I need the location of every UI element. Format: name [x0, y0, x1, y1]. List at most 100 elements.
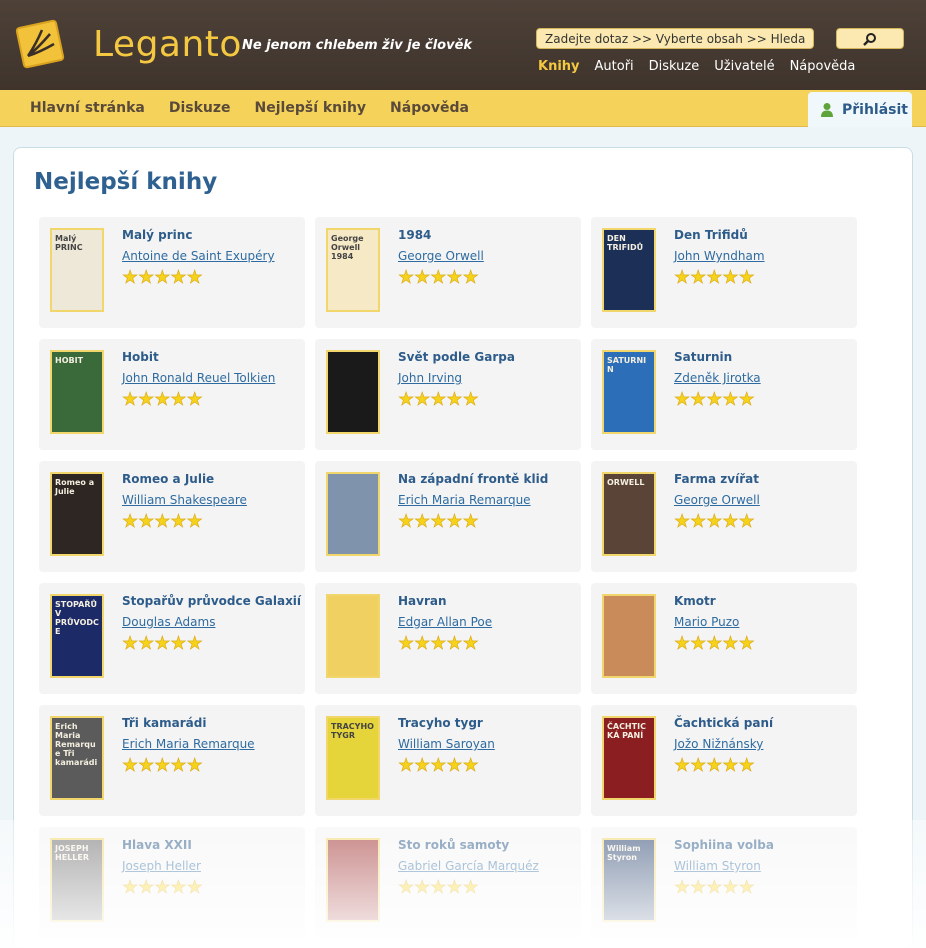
- book-author-link[interactable]: George Orwell: [398, 249, 484, 263]
- book-card[interactable]: Romeo a Julie Romeo a Julie William Shakes…: [39, 461, 305, 572]
- book-cover-image[interactable]: DEN TRIFIDŮ: [602, 228, 656, 312]
- logo-icon[interactable]: [14, 18, 66, 70]
- book-cover-image[interactable]: ČACHTICKÁ PANÍ: [602, 716, 656, 800]
- book-title[interactable]: Svět podle Garpa: [398, 350, 515, 364]
- book-title[interactable]: Hlava XXII: [122, 838, 192, 852]
- book-author-link[interactable]: John Ronald Reuel Tolkien: [122, 371, 275, 385]
- book-cover-image[interactable]: JOSEPH HELLER: [50, 838, 104, 922]
- book-author-link[interactable]: Erich Maria Remarque: [122, 737, 255, 751]
- book-cover-image[interactable]: HOBIT: [50, 350, 104, 434]
- book-card[interactable]: ORWELL Farma zvířat George Orwell ★ ★ ★ ★ ★: [591, 461, 857, 572]
- book-cover-image[interactable]: [326, 594, 380, 678]
- book-author-link[interactable]: Mario Puzo: [674, 615, 739, 629]
- book-title[interactable]: Havran: [398, 594, 447, 608]
- book-author-link[interactable]: William Shakespeare: [122, 493, 247, 507]
- book-cover-image[interactable]: TRACYHO TYGR: [326, 716, 380, 800]
- book-card[interactable]: Erich Maria Remarque Tři kamarádi Tři kam…: [39, 705, 305, 816]
- top-nav-knihy[interactable]: Knihy: [538, 59, 580, 74]
- book-title[interactable]: 1984: [398, 228, 431, 242]
- book-cover-image[interactable]: [326, 350, 380, 434]
- book-author-link[interactable]: Edgar Allan Poe: [398, 615, 492, 629]
- star-icon: ★: [738, 877, 755, 898]
- book-author-link[interactable]: Gabriel García Marquéz: [398, 859, 539, 873]
- book-cover-text: [604, 596, 654, 604]
- book-card[interactable]: Svět podle Garpa John Irving ★ ★ ★ ★ ★: [315, 339, 581, 450]
- book-title[interactable]: Čachtická paní: [674, 716, 773, 730]
- star-icon: ★: [690, 877, 707, 898]
- book-author-link[interactable]: Douglas Adams: [122, 615, 215, 629]
- sub-nav-diskuze[interactable]: Diskuze: [169, 100, 231, 116]
- book-cover-image[interactable]: [326, 472, 380, 556]
- search-input[interactable]: [536, 28, 814, 49]
- sub-nav-nejlepsi-knihy[interactable]: Nejlepší knihy: [255, 100, 367, 116]
- book-cover-image[interactable]: [326, 838, 380, 922]
- book-title[interactable]: Romeo a Julie: [122, 472, 214, 486]
- book-title[interactable]: Sophiina volba: [674, 838, 774, 852]
- site-header: Leganto Ne jenom chlebem živ je člověk K…: [0, 0, 926, 90]
- book-card[interactable]: STOPAŘŮV PRŮVODCE Stopařův průvodce Galax…: [39, 583, 305, 694]
- book-card[interactable]: SATURNIN Saturnin Zdeněk Jirotka ★ ★ ★ ★ ★: [591, 339, 857, 450]
- sub-nav-hlavni-stranka[interactable]: Hlavní stránka: [30, 100, 145, 116]
- book-title[interactable]: Na západní frontě klid: [398, 472, 548, 486]
- book-author-link[interactable]: John Wyndham: [674, 249, 765, 263]
- star-icon: ★: [430, 633, 447, 654]
- top-nav-diskuze[interactable]: Diskuze: [649, 59, 700, 74]
- book-title[interactable]: Hobit: [122, 350, 159, 364]
- book-cover-image[interactable]: William Styron: [602, 838, 656, 922]
- book-title[interactable]: Tracyho tygr: [398, 716, 483, 730]
- book-title[interactable]: Stopařův průvodce Galaxií: [122, 594, 301, 608]
- book-title[interactable]: Saturnin: [674, 350, 732, 364]
- book-author-link[interactable]: William Saroyan: [398, 737, 495, 751]
- book-cover-image[interactable]: Erich Maria Remarque Tři kamarádi: [50, 716, 104, 800]
- book-title[interactable]: Kmotr: [674, 594, 716, 608]
- book-card[interactable]: Havran Edgar Allan Poe ★ ★ ★ ★ ★: [315, 583, 581, 694]
- book-title[interactable]: Farma zvířat: [674, 472, 759, 486]
- book-card[interactable]: JOSEPH HELLER Hlava XXII Joseph Heller ★ ★ ★ ★…: [39, 827, 305, 938]
- book-card[interactable]: TRACYHO TYGR Tracyho tygr William Saroyan ★…: [315, 705, 581, 816]
- book-card[interactable]: DEN TRIFIDŮ Den Trifidů John Wyndham ★ ★ ★ ★ ★: [591, 217, 857, 328]
- book-card[interactable]: William Styron Sophiina volba William Styr…: [591, 827, 857, 938]
- book-author-link[interactable]: John Irving: [398, 371, 462, 385]
- book-cover-image[interactable]: Malý PRINC: [50, 228, 104, 312]
- book-card[interactable]: Na západní frontě klid Erich Maria Remarq…: [315, 461, 581, 572]
- search-button[interactable]: [836, 28, 904, 49]
- sub-nav-napoveda[interactable]: Nápověda: [390, 100, 469, 116]
- top-nav-autori[interactable]: Autoři: [595, 59, 634, 74]
- star-icon: ★: [462, 267, 479, 288]
- book-card[interactable]: ČACHTICKÁ PANÍ Čachtická paní Jožo Nižnáns…: [591, 705, 857, 816]
- login-button[interactable]: Přihlásit: [808, 92, 912, 127]
- star-icon: ★: [170, 511, 187, 532]
- book-cover-image[interactable]: ORWELL: [602, 472, 656, 556]
- book-title[interactable]: Tři kamarádi: [122, 716, 206, 730]
- book-title[interactable]: Malý princ: [122, 228, 192, 242]
- book-author-link[interactable]: Jožo Nižnánsky: [674, 737, 763, 751]
- book-card[interactable]: Kmotr Mario Puzo ★ ★ ★ ★ ★: [591, 583, 857, 694]
- book-card[interactable]: Malý PRINC Malý princ Antoine de Saint Exu…: [39, 217, 305, 328]
- star-icon: ★: [122, 755, 139, 776]
- book-cover-image[interactable]: STOPAŘŮV PRŮVODCE: [50, 594, 104, 678]
- star-icon: ★: [122, 633, 139, 654]
- star-icon: ★: [706, 877, 723, 898]
- star-icon: ★: [398, 877, 415, 898]
- rating-stars: ★ ★ ★ ★ ★: [398, 390, 479, 409]
- book-author-link[interactable]: Antoine de Saint Exupéry: [122, 249, 275, 263]
- book-cover-image[interactable]: [602, 594, 656, 678]
- book-cover-image[interactable]: George Orwell 1984: [326, 228, 380, 312]
- book-author-link[interactable]: George Orwell: [674, 493, 760, 507]
- brand-name[interactable]: Leganto: [93, 24, 242, 65]
- star-icon: ★: [186, 511, 203, 532]
- book-author-link[interactable]: Erich Maria Remarque: [398, 493, 531, 507]
- book-title[interactable]: Sto roků samoty: [398, 838, 509, 852]
- top-nav-uzivatele[interactable]: Uživatelé: [714, 59, 774, 74]
- book-cover-text: ČACHTICKÁ PANÍ: [607, 722, 646, 740]
- book-cover-image[interactable]: SATURNIN: [602, 350, 656, 434]
- book-title[interactable]: Den Trifidů: [674, 228, 748, 242]
- book-cover-image[interactable]: Romeo a Julie: [50, 472, 104, 556]
- book-card[interactable]: Sto roků samoty Gabriel García Marquéz ★ ★ ★…: [315, 827, 581, 938]
- book-author-link[interactable]: Zdeněk Jirotka: [674, 371, 761, 385]
- book-card[interactable]: George Orwell 1984 1984 George Orwell ★ ★ ★ ★ ★: [315, 217, 581, 328]
- book-author-link[interactable]: Joseph Heller: [122, 859, 201, 873]
- book-author-link[interactable]: William Styron: [674, 859, 761, 873]
- book-card[interactable]: HOBIT Hobit John Ronald Reuel Tolkien ★ ★ ★ ★ ★: [39, 339, 305, 450]
- top-nav-napoveda[interactable]: Nápověda: [790, 59, 856, 74]
